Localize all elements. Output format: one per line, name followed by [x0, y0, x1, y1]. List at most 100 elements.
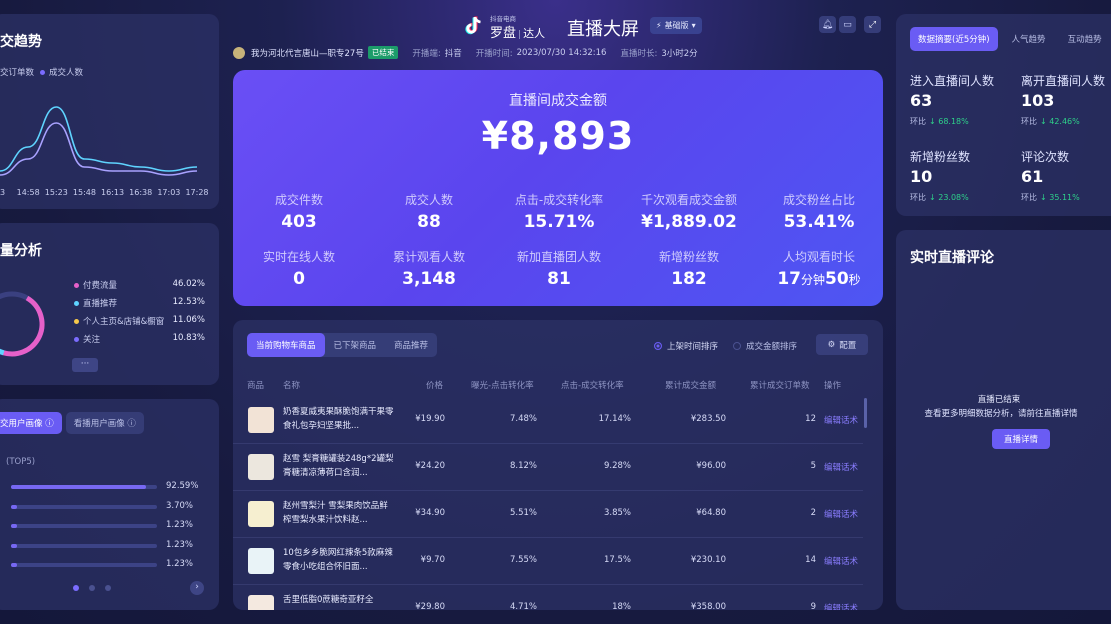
stat-label: 累计观看人数 [392, 250, 465, 264]
portrait-bar-track [11, 563, 157, 567]
product-cvr: 3.85% [603, 508, 631, 518]
stream-info: 我为河北代言唐山—职专27号 已结束 开播端: 抖音 开播时间: 2023/07… [233, 46, 698, 59]
edit-script-link[interactable]: 编辑话术 [824, 508, 858, 520]
product-name: 舌里低脂0蔗糖奇亚籽全 [283, 595, 374, 605]
product-price: ¥24.20 [415, 461, 445, 471]
stream-detail-button[interactable]: 直播详情 [992, 429, 1050, 449]
tab-data-summary[interactable]: 数据摘要(近5分钟) [910, 27, 998, 51]
edit-script-link[interactable]: 编辑话术 [824, 555, 858, 567]
table-row[interactable]: 奶香夏威夷果酥脆饱满干果零食礼包孕妇坚果批... ¥19.90 7.48% 17.14… [233, 397, 863, 444]
monitor-icon[interactable]: ▭ [839, 16, 856, 33]
traffic-label: 直播推荐 [83, 299, 118, 309]
product-ctr: 5.51% [509, 508, 537, 518]
comments-panel: 实时直播评论 直播已结束 查看更多明细数据分析，请前往直播详情 直播详情 [896, 230, 1111, 610]
tab-popularity-trend[interactable]: 人气趋势 [1004, 27, 1054, 51]
traffic-pct: 46.02% [172, 279, 205, 289]
stat-value: 88 [417, 212, 441, 232]
edit-script-link[interactable]: 编辑话术 [824, 414, 858, 426]
product-ctr: 7.48% [509, 414, 537, 424]
fullscreen-icon[interactable]: ⤢ [864, 16, 881, 33]
stat-item: 累计观看人数 3,148 [369, 248, 489, 289]
stat-item: 点击-成交转化率 15.71% [499, 191, 619, 232]
product-name: 赵州雪梨汁 雪梨果肉饮品鲜榨雪梨水果汁饮料赵... [283, 501, 388, 525]
tab-recommended-products[interactable]: 商品推荐 [385, 333, 437, 357]
trend-series-line [0, 106, 198, 172]
compare-value: ↓ 23.08% [929, 193, 969, 202]
product-cvr: 18% [612, 602, 631, 610]
product-name: 10包乡乡脆网红辣条5款麻辣零食小吃组合怀旧面... [283, 548, 393, 572]
metric-compare: 环比 ↓ 42.46% [1021, 116, 1080, 127]
page-title: 直播大屏 [567, 19, 639, 40]
column-header: 价格 [426, 381, 444, 391]
traffic-more-button[interactable]: ··· [72, 358, 98, 372]
product-price: ¥34.90 [415, 508, 445, 518]
edit-script-link[interactable]: 编辑话术 [824, 602, 858, 610]
column-header: 累计成交订单数 [750, 381, 810, 391]
stat-item: 实时在线人数 0 [239, 248, 359, 289]
pager-dot-3 [105, 585, 111, 591]
status-chip: 已结束 [367, 46, 399, 59]
table-row[interactable]: 舌里低脂0蔗糖奇亚籽全 ¥29.80 4.71% 18% ¥358.00 9 编辑话术 [233, 585, 863, 610]
portrait-pager[interactable] [73, 585, 115, 591]
gmv-label: 直播间成交金额 [509, 93, 607, 109]
tab-interaction-trend[interactable]: 互动趋势 [1060, 27, 1110, 51]
compare-label: 环比 [1021, 117, 1037, 126]
trend-x-tick: 33 [0, 188, 6, 197]
trend-x-tick: 14:58 [16, 188, 40, 197]
stat-watch-time: 人均观看时长 17分钟50秒 [777, 250, 861, 289]
platform-value: 抖音 [444, 48, 462, 59]
traffic-label: 关注 [83, 335, 101, 345]
bell-icon[interactable]: 🔔︎ [819, 16, 836, 33]
comments-title: 实时直播评论 [910, 250, 994, 266]
product-ctr: 4.71% [509, 602, 537, 610]
logo-brand: 罗盘 | 达人 [490, 26, 546, 41]
sort-by-time[interactable]: 上架时间排序 [654, 340, 718, 352]
detail-hint: 查看更多明细数据分析，请前往直播详情 [924, 409, 1078, 419]
trend-x-tick: 17:28 [185, 188, 209, 197]
compare-value: ↓ 42.46% [1040, 117, 1080, 126]
tab-current-products[interactable]: 当前购物车商品 [247, 333, 325, 357]
stat-label: 成交件数 [274, 193, 323, 207]
edit-script-link[interactable]: 编辑话术 [824, 461, 858, 473]
gmv-value: ¥8,893 [481, 114, 635, 158]
portrait-bar-track [11, 524, 157, 528]
product-orders: 14 [805, 555, 816, 565]
table-row[interactable]: 赵雪 梨膏糖罐装248g*2罐梨膏糖清凉薄荷口含润... ¥24.20 8.12% 9… [233, 444, 863, 491]
duration: 3小时2分 [661, 48, 698, 59]
config-button[interactable]: ⚙ 配置 [816, 334, 868, 355]
product-cvr: 9.28% [603, 461, 631, 471]
stat-label: 千次观看成交金额 [640, 193, 737, 207]
pager-dot-1 [73, 585, 79, 591]
product-gmv: ¥283.50 [690, 414, 726, 424]
tab-viewer-portrait[interactable]: 看播用户画像 ⓘ [65, 412, 144, 434]
portrait-panel: 交用户画像 ⓘ 看播用户画像 ⓘ (TOP5) 92.59% 3.70% 1.23%… [0, 399, 219, 610]
traffic-item: 付费流量 [74, 279, 117, 291]
portrait-bar-track [11, 543, 157, 548]
trend-title: 交趋势 [0, 34, 42, 50]
product-price: ¥9.70 [420, 555, 445, 565]
compare-label: 环比 [910, 193, 926, 202]
column-header: 名称 [283, 381, 301, 391]
table-scrollbar[interactable] [864, 398, 867, 428]
table-row[interactable]: 10包乡乡脆网红辣条5款麻辣零食小吃组合怀旧面... ¥9.70 7.55% 17.5… [233, 538, 863, 585]
stat-label: 成交人数 [404, 193, 453, 207]
overview-panel: 数据摘要(近5分钟) 人气趋势 互动趋势 进入直播间人数 63 环比 ↓ 68.18%… [896, 14, 1111, 216]
portrait-bar-pct: 1.23% [166, 559, 194, 569]
sort-by-gmv[interactable]: 成交金额排序 [733, 340, 797, 352]
product-orders: 9 [810, 602, 816, 610]
chevron-right-icon[interactable]: › [190, 581, 204, 595]
traffic-panel: 量分析 付费流量 46.02% 直播推荐 12.53% 个人主页&店铺&橱窗 11.06%… [0, 223, 219, 385]
tab-buyer-portrait[interactable]: 交用户画像 ⓘ [0, 412, 62, 434]
traffic-item: 个人主页&店铺&橱窗 [74, 315, 164, 327]
portrait-bar-track [11, 504, 157, 509]
streamer-name: 我为河北代言唐山—职专27号 [251, 48, 364, 59]
metric-label: 离开直播间人数 [1021, 74, 1106, 88]
metric-label: 评论次数 [1021, 150, 1070, 164]
stat-item: 成交人数 88 [369, 191, 489, 232]
compare-label: 环比 [910, 117, 926, 126]
tab-removed-products[interactable]: 已下架商品 [325, 333, 386, 357]
trend-series-line [0, 122, 198, 176]
version-badge[interactable]: ⚡ 基础版 ▾ [650, 17, 702, 34]
table-row[interactable]: 赵州雪梨汁 雪梨果肉饮品鲜榨雪梨水果汁饮料赵... ¥34.90 5.51% 3.85… [233, 491, 863, 538]
column-header: 累计成交金额 [665, 381, 717, 391]
